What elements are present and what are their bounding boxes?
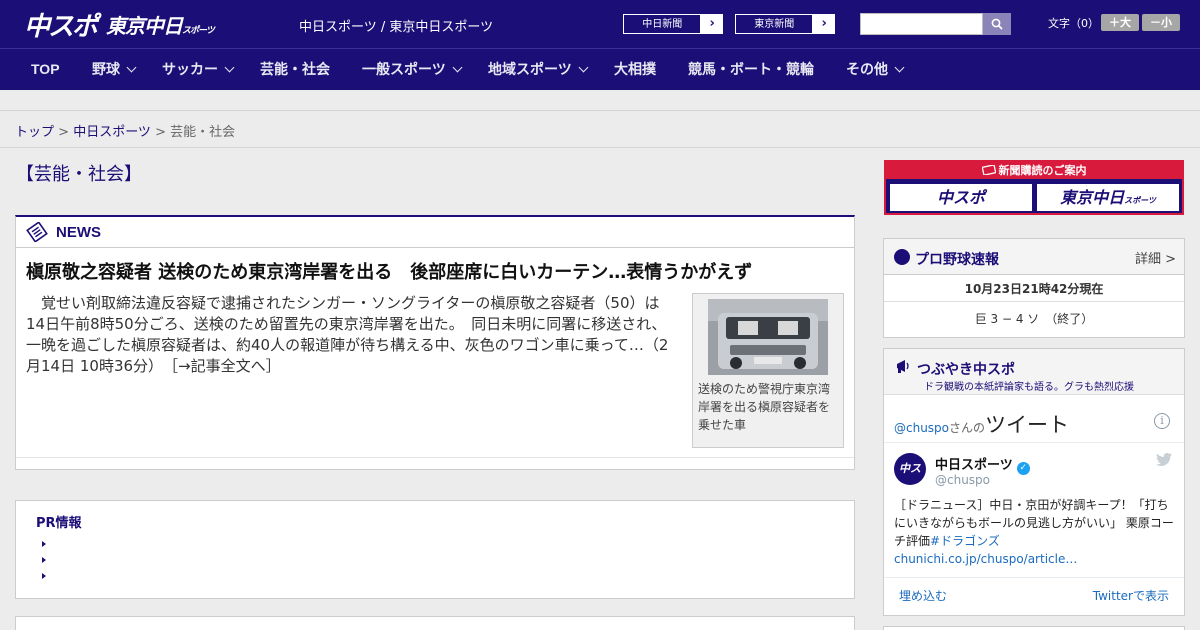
chunichi-shimbun-button[interactable]: 中日新聞 › bbox=[622, 13, 724, 35]
main-nav: TOP 野球 サッカー 芸能・社会 一般スポーツ 地域スポーツ 大相撲 競馬・ボ… bbox=[0, 48, 1200, 90]
site-logo[interactable]: 中スポ 東京中日スポーツ bbox=[24, 7, 215, 42]
twitter-panel-header: つぶやき中スポ ドラ観戦の本紙評論家も語る。グラも熱烈応援 bbox=[884, 349, 1184, 395]
next-side-panel bbox=[883, 626, 1185, 630]
font-size-decrease-button[interactable]: －小 bbox=[1142, 14, 1180, 31]
nav-item-top[interactable]: TOP bbox=[31, 49, 60, 90]
subscription-banner[interactable]: 新聞購読のご案内 中スポ 東京中日スポーツ bbox=[884, 160, 1184, 215]
subscribe-chuspo-button[interactable]: 中スポ bbox=[889, 183, 1033, 212]
font-size-label: 文字（0） bbox=[1048, 17, 1099, 30]
baseball-scores-header: プロ野球速報 詳細 > bbox=[884, 239, 1184, 275]
info-icon[interactable]: i bbox=[1154, 413, 1170, 429]
twitter-panel-subtitle: ドラ観戦の本紙評論家も語る。グラも熱烈応援 bbox=[924, 382, 1134, 393]
photo-caption: 送検のため警視庁東京湾岸署を出る槇原容疑者を乗せた車 bbox=[698, 382, 831, 432]
bullet-icon bbox=[42, 573, 46, 579]
tweet-text[interactable]: ［ドラニュース］中日・京田が好調キープ！「打ちにいきながらもボールの見逃し方がい… bbox=[894, 496, 1176, 568]
chevron-down-icon bbox=[894, 62, 905, 73]
article-headline[interactable]: 槇原敬之容疑者 送検のため東京湾岸署を出る 後部座席に白いカーテン…表情うかがえ… bbox=[26, 258, 752, 284]
baseball-scores-title: プロ野球速報 bbox=[915, 252, 999, 268]
tweet-author-name[interactable]: 中日スポーツ ✓ bbox=[935, 454, 1030, 475]
tokyo-shimbun-button[interactable]: 東京新聞 › bbox=[734, 13, 836, 35]
tweet-feed-title: @chuspoさんのツイート bbox=[894, 413, 1070, 437]
chevron-down-icon bbox=[452, 62, 463, 73]
newspaper-icon bbox=[981, 164, 996, 176]
search-input[interactable] bbox=[860, 13, 983, 35]
megaphone-icon bbox=[897, 360, 909, 373]
next-panel bbox=[15, 616, 855, 630]
twitter-panel-title: つぶやき中スポ bbox=[917, 362, 1015, 378]
feed-handle-link[interactable]: @chuspo bbox=[894, 421, 949, 435]
chevron-down-icon bbox=[224, 62, 235, 73]
article-summary[interactable]: 覚せい剤取締法違反容疑で逮捕されたシンガー・ソングライターの槇原敬之容疑者（50… bbox=[26, 293, 678, 377]
news-panel-header: NEWS bbox=[16, 217, 854, 248]
embed-link[interactable]: 埋め込む bbox=[899, 587, 947, 604]
chevron-down-icon bbox=[126, 62, 137, 73]
twitter-panel: つぶやき中スポ ドラ観戦の本紙評論家も語る。グラも熱烈応援 @chuspoさんの… bbox=[883, 348, 1185, 616]
article-photo-box[interactable]: 送検のため警視庁東京湾岸署を出る槇原容疑者を乗せた車 bbox=[692, 293, 844, 448]
bullet-icon bbox=[42, 557, 46, 563]
game-score[interactable]: 巨 3 − 4 ソ （終了） bbox=[884, 310, 1184, 327]
divider bbox=[16, 457, 854, 458]
nav-item-soccer[interactable]: サッカー bbox=[162, 49, 235, 90]
breadcrumb-current: 芸能・社会 bbox=[170, 125, 236, 140]
nav-item-other[interactable]: その他 bbox=[846, 49, 905, 90]
divider bbox=[884, 301, 1184, 302]
nav-item-general-sports[interactable]: 一般スポーツ bbox=[362, 49, 463, 90]
pr-title: PR情報 bbox=[36, 516, 82, 531]
chevron-right-icon: › bbox=[709, 16, 715, 31]
divider bbox=[884, 442, 1184, 443]
logo-tokyo-chunichi: 東京中日スポーツ bbox=[106, 13, 215, 38]
chevron-down-icon bbox=[578, 62, 589, 73]
pr-panel: PR情報 bbox=[15, 500, 855, 599]
score-timestamp: 10月23日21時42分現在 bbox=[964, 282, 1104, 296]
baseball-icon bbox=[894, 249, 910, 265]
news-panel: NEWS 槇原敬之容疑者 送検のため東京湾岸署を出る 後部座席に白いカーテン…表… bbox=[15, 215, 855, 470]
font-size-increase-button[interactable]: ＋大 bbox=[1101, 14, 1139, 31]
tweet-author-handle[interactable]: @chuspo bbox=[935, 473, 990, 487]
site-header: 中スポ 東京中日スポーツ 中日スポーツ / 東京中日スポーツ 中日新聞 › 東京… bbox=[0, 0, 1200, 48]
subscription-title: 新聞購読のご案内 bbox=[886, 162, 1182, 179]
subscribe-tokyo-chunichi-button[interactable]: 東京中日スポーツ bbox=[1036, 183, 1180, 212]
article-photo bbox=[708, 299, 828, 375]
breadcrumb-trail: トップ > 中日スポーツ > 芸能・社会 bbox=[15, 125, 236, 140]
bullet-icon bbox=[42, 541, 46, 547]
newspaper-icon bbox=[26, 222, 48, 242]
verified-icon: ✓ bbox=[1016, 462, 1030, 475]
search-button[interactable] bbox=[983, 13, 1011, 35]
baseball-scores-panel: プロ野球速報 詳細 > 10月23日21時42分現在 巨 3 − 4 ソ （終了… bbox=[883, 238, 1185, 338]
nav-item-racing[interactable]: 競馬・ボート・競輪 bbox=[688, 49, 814, 90]
site-name-link[interactable]: 中日スポーツ / 東京中日スポーツ bbox=[299, 16, 493, 35]
logo-chuspo: 中スポ bbox=[24, 11, 98, 42]
spacer-band bbox=[0, 90, 1200, 110]
nav-item-sumo[interactable]: 大相撲 bbox=[614, 49, 656, 90]
search-icon bbox=[991, 18, 1003, 30]
chevron-right-icon: › bbox=[821, 16, 827, 31]
baseball-details-link[interactable]: 詳細 > bbox=[1135, 248, 1176, 267]
nav-item-baseball[interactable]: 野球 bbox=[92, 49, 137, 90]
breadcrumb: トップ > 中日スポーツ > 芸能・社会 bbox=[0, 110, 1200, 148]
nav-item-entertainment[interactable]: 芸能・社会 bbox=[260, 49, 330, 90]
news-section-title: NEWS bbox=[56, 224, 101, 241]
twitter-bird-icon[interactable] bbox=[1156, 453, 1172, 466]
breadcrumb-section-link[interactable]: 中日スポーツ bbox=[73, 125, 151, 140]
view-on-twitter-link[interactable]: Twitterで表示 bbox=[1093, 587, 1169, 604]
nav-item-local-sports[interactable]: 地域スポーツ bbox=[488, 49, 589, 90]
avatar[interactable]: 中スポ bbox=[894, 453, 926, 507]
page-title: 【芸能・社会】 bbox=[16, 164, 142, 185]
breadcrumb-home-link[interactable]: トップ bbox=[15, 125, 54, 140]
divider bbox=[884, 577, 1184, 578]
